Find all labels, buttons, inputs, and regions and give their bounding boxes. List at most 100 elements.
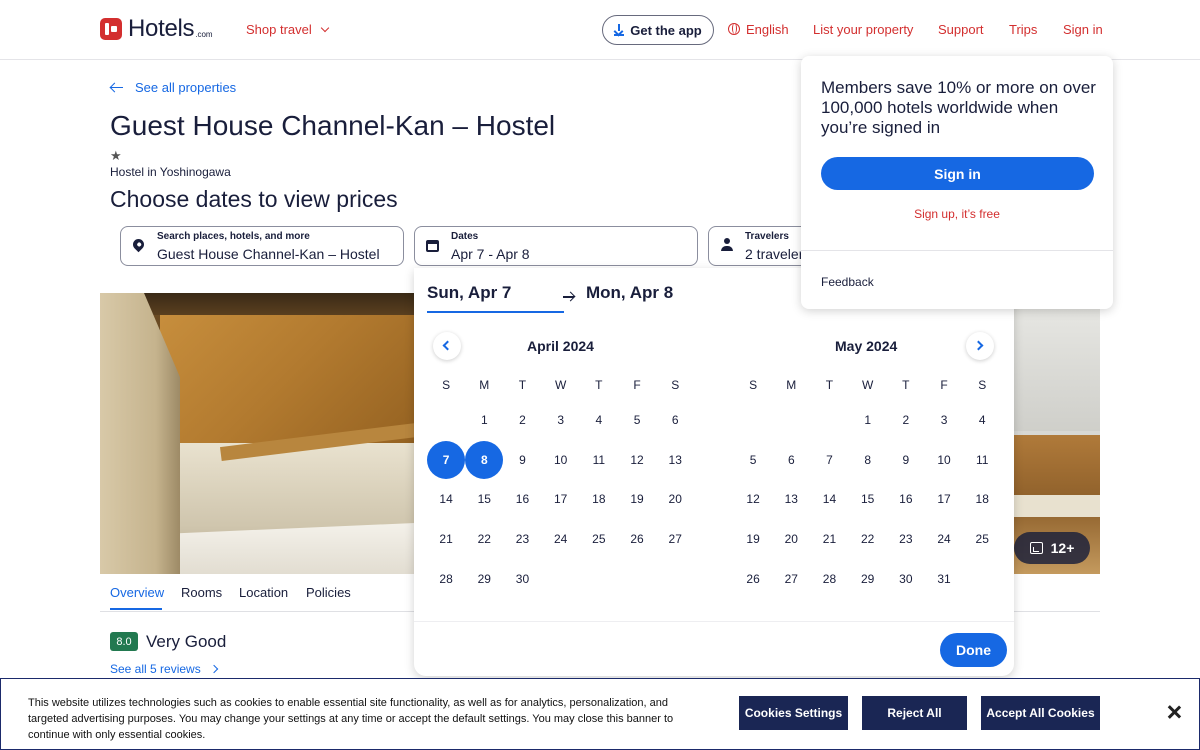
previous-month-button[interactable] bbox=[433, 332, 461, 360]
dates-field[interactable]: Dates Apr 7 - Apr 8 bbox=[414, 226, 698, 266]
popover-sign-in-button[interactable]: Sign in bbox=[821, 157, 1094, 190]
logo-suffix: .com bbox=[195, 30, 213, 39]
gallery-button[interactable]: 12+ bbox=[1014, 532, 1090, 564]
calendar-day[interactable]: 30 bbox=[503, 559, 541, 599]
calendar-day[interactable]: 20 bbox=[656, 479, 694, 519]
calendar-day[interactable]: 19 bbox=[618, 479, 656, 519]
calendar-day[interactable]: 12 bbox=[734, 479, 772, 519]
list-property-link[interactable]: List your property bbox=[813, 22, 913, 37]
tab-location[interactable]: Location bbox=[239, 585, 288, 600]
tab-policies[interactable]: Policies bbox=[306, 585, 351, 600]
calendar-day[interactable]: 29 bbox=[465, 559, 503, 599]
destination-field[interactable]: Search places, hotels, and more Guest Ho… bbox=[120, 226, 404, 266]
calendar-day[interactable]: 20 bbox=[772, 519, 810, 559]
calendar-day[interactable]: 16 bbox=[503, 479, 541, 519]
calendar-day[interactable]: 11 bbox=[963, 440, 1001, 480]
tab-overview[interactable]: Overview bbox=[110, 585, 164, 600]
sign-in-link[interactable]: Sign in bbox=[1063, 22, 1103, 37]
calendar-day[interactable]: 16 bbox=[887, 479, 925, 519]
language-selector[interactable]: English bbox=[728, 22, 789, 37]
accept-all-cookies-button[interactable]: Accept All Cookies bbox=[981, 696, 1100, 730]
calendar-day[interactable]: 14 bbox=[810, 479, 848, 519]
reject-all-button[interactable]: Reject All bbox=[862, 696, 967, 730]
calendar-day[interactable]: 15 bbox=[465, 479, 503, 519]
calendar-day[interactable]: 18 bbox=[580, 479, 618, 519]
calendar-day[interactable]: 17 bbox=[542, 479, 580, 519]
calendar-day[interactable]: 17 bbox=[925, 479, 963, 519]
weekday-label: F bbox=[940, 378, 948, 392]
calendar-day[interactable]: 14 bbox=[427, 479, 465, 519]
calendar-day[interactable]: 4 bbox=[963, 400, 1001, 440]
calendar-day[interactable]: 13 bbox=[656, 440, 694, 480]
see-all-properties-link[interactable]: See all properties bbox=[110, 80, 236, 95]
close-icon[interactable] bbox=[1167, 705, 1181, 719]
calendar-day[interactable]: 6 bbox=[656, 400, 694, 440]
calendar-day[interactable]: 9 bbox=[887, 440, 925, 480]
calendar-day[interactable]: 22 bbox=[465, 519, 503, 559]
calendar-day[interactable]: 27 bbox=[656, 519, 694, 559]
done-button[interactable]: Done bbox=[940, 633, 1007, 667]
support-link[interactable]: Support bbox=[938, 22, 984, 37]
calendar-day[interactable]: 28 bbox=[810, 559, 848, 599]
calendar-day[interactable]: 26 bbox=[734, 559, 772, 599]
cookies-settings-button[interactable]: Cookies Settings bbox=[739, 696, 848, 730]
calendar-day[interactable]: 25 bbox=[580, 519, 618, 559]
calendar-day[interactable]: 9 bbox=[503, 440, 541, 480]
calendar-day[interactable]: 3 bbox=[542, 400, 580, 440]
calendar-day[interactable]: 24 bbox=[542, 519, 580, 559]
weekday-label: S bbox=[671, 378, 680, 392]
calendar-day[interactable]: 5 bbox=[618, 400, 656, 440]
calendar-day[interactable]: 6 bbox=[772, 440, 810, 480]
get-app-button[interactable]: Get the app bbox=[602, 15, 714, 45]
location-pin-icon bbox=[130, 236, 147, 253]
calendar-day[interactable]: 21 bbox=[427, 519, 465, 559]
calendar-day[interactable]: 19 bbox=[734, 519, 772, 559]
calendar-day-selected[interactable]: 8 bbox=[465, 440, 504, 480]
calendar-day-selected[interactable]: 7 bbox=[427, 440, 466, 480]
hotels-logo[interactable]: Hotels .com bbox=[100, 17, 213, 41]
calendar-day[interactable]: 2 bbox=[503, 400, 541, 440]
calendar-day[interactable]: 29 bbox=[849, 559, 887, 599]
calendar-day[interactable]: 25 bbox=[963, 519, 1001, 559]
calendar-day[interactable]: 8 bbox=[849, 440, 887, 480]
calendar-day[interactable]: 4 bbox=[580, 400, 618, 440]
calendar-day[interactable]: 24 bbox=[925, 519, 963, 559]
end-date-tab[interactable]: Mon, Apr 8 bbox=[586, 283, 673, 303]
calendar-day[interactable]: 31 bbox=[925, 559, 963, 599]
calendar-day[interactable]: 7 bbox=[810, 440, 848, 480]
next-month-button[interactable] bbox=[966, 332, 994, 360]
calendar-day[interactable]: 2 bbox=[887, 400, 925, 440]
calendar-day[interactable]: 1 bbox=[849, 400, 887, 440]
calendar-day[interactable]: 10 bbox=[925, 440, 963, 480]
calendar-day[interactable]: 3 bbox=[925, 400, 963, 440]
property-photo-main[interactable] bbox=[100, 293, 415, 574]
calendar-day[interactable]: 1 bbox=[465, 400, 503, 440]
calendar-day[interactable]: 18 bbox=[963, 479, 1001, 519]
start-date-tab[interactable]: Sun, Apr 7 bbox=[427, 283, 511, 303]
trips-link[interactable]: Trips bbox=[1009, 22, 1037, 37]
calendar-day[interactable]: 28 bbox=[427, 559, 465, 599]
calendar-day[interactable]: 22 bbox=[849, 519, 887, 559]
tab-rooms[interactable]: Rooms bbox=[181, 585, 222, 600]
calendar-day[interactable]: 11 bbox=[580, 440, 618, 480]
cookie-banner: This website utilizes technologies such … bbox=[0, 678, 1200, 750]
calendar-day[interactable]: 26 bbox=[618, 519, 656, 559]
shop-travel-menu[interactable]: Shop travel bbox=[246, 22, 330, 37]
calendar-day[interactable]: 12 bbox=[618, 440, 656, 480]
calendar-day[interactable]: 23 bbox=[503, 519, 541, 559]
calendar-day[interactable]: 27 bbox=[772, 559, 810, 599]
calendar-day[interactable]: 5 bbox=[734, 440, 772, 480]
calendar-day[interactable]: 23 bbox=[887, 519, 925, 559]
see-all-reviews-link[interactable]: See all 5 reviews bbox=[110, 662, 218, 676]
calendar-day[interactable]: 21 bbox=[810, 519, 848, 559]
feedback-link[interactable]: Feedback bbox=[821, 275, 874, 289]
calendar-day[interactable]: 10 bbox=[542, 440, 580, 480]
calendar-day[interactable]: 13 bbox=[772, 479, 810, 519]
calendar-day[interactable]: 30 bbox=[887, 559, 925, 599]
calendar-day[interactable]: 15 bbox=[849, 479, 887, 519]
rating-label: Very Good bbox=[146, 632, 227, 651]
arrow-left-icon bbox=[110, 83, 124, 93]
sign-up-link[interactable]: Sign up, it’s free bbox=[801, 207, 1113, 221]
calendar-day-number: 29 bbox=[477, 571, 491, 586]
calendar-day-number: 23 bbox=[899, 531, 913, 546]
